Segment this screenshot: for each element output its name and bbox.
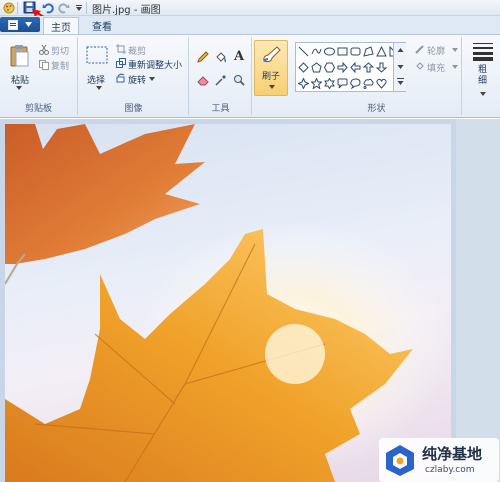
oval-callout-shape-icon[interactable] — [349, 77, 361, 89]
four-point-star-shape-icon[interactable] — [297, 77, 309, 89]
title-bar: 图片.jpg - 画图 — [0, 0, 500, 26]
size-button[interactable]: 粗细 — [466, 40, 498, 98]
paste-icon[interactable] — [9, 43, 31, 69]
ribbon: 粘贴 剪切 复制 剪贴板 选择 裁剪 重新调整大小 旋转 图像 A 工具 刷子 … — [0, 34, 500, 118]
canvas-area[interactable] — [0, 119, 500, 482]
select-icon[interactable] — [85, 45, 109, 65]
brushes-label: 刷子 — [262, 72, 281, 82]
triangle-shape-icon[interactable] — [375, 45, 387, 57]
fill-bucket-icon[interactable] — [214, 50, 227, 63]
cut-label[interactable]: 剪切 — [51, 44, 69, 57]
six-point-star-shape-icon[interactable] — [323, 77, 335, 89]
line-width-icon — [472, 42, 494, 62]
oval-shape-icon[interactable] — [323, 45, 335, 57]
magnifier-icon[interactable] — [232, 73, 245, 86]
watermark: 纯净基地 czlaby.com — [379, 438, 499, 482]
pencil-icon[interactable] — [196, 50, 209, 63]
clipboard-group-label: 剪贴板 — [24, 104, 52, 114]
outline-icon[interactable] — [415, 44, 425, 54]
watermark-url: czlaby.com — [425, 465, 475, 475]
maple-leaf-photo[interactable] — [5, 124, 451, 482]
heart-shape-icon[interactable] — [375, 77, 387, 89]
select-dropdown-icon[interactable] — [95, 85, 103, 91]
size-dropdown-icon — [479, 91, 487, 97]
rotate-dropdown-icon[interactable] — [148, 76, 156, 82]
hexagon-shape-icon[interactable] — [323, 61, 335, 73]
image-group-label: 图像 — [124, 104, 143, 114]
color-picker-icon[interactable] — [214, 73, 227, 86]
copy-label[interactable]: 复制 — [51, 59, 69, 72]
fill-label[interactable]: 填充 — [427, 61, 445, 74]
paint-app-icon[interactable] — [2, 1, 15, 14]
resize-icon[interactable] — [116, 58, 126, 68]
tools-group: A 工具 — [190, 37, 252, 115]
watermark-logo-icon — [383, 443, 417, 477]
rounded-rectangle-shape-icon[interactable] — [349, 45, 361, 57]
eraser-icon[interactable] — [196, 73, 209, 86]
rotate-label[interactable]: 旋转 — [128, 73, 146, 86]
fill-icon[interactable] — [415, 61, 425, 71]
tab-view[interactable]: 查看 — [84, 17, 120, 34]
rectangle-shape-icon[interactable] — [336, 45, 348, 57]
shapes-group-label: 形状 — [367, 104, 386, 114]
outline-label[interactable]: 轮廓 — [427, 44, 445, 57]
tab-home[interactable]: 主页 — [43, 17, 79, 34]
diamond-shape-icon[interactable] — [297, 61, 309, 73]
redo-icon[interactable] — [57, 1, 70, 14]
right-arrow-shape-icon[interactable] — [336, 61, 348, 73]
crop-icon[interactable] — [116, 44, 126, 54]
up-arrow-shape-icon[interactable] — [362, 61, 374, 73]
line-shape-icon[interactable] — [297, 45, 309, 57]
clipboard-group: 粘贴 剪切 复制 剪贴板 — [0, 37, 78, 115]
cloud-callout-shape-icon[interactable] — [362, 77, 374, 89]
text-tool-icon[interactable]: A — [232, 49, 246, 64]
watermark-title: 纯净基地 — [422, 445, 483, 463]
cut-icon[interactable] — [38, 44, 49, 55]
file-menu-button[interactable] — [0, 17, 40, 32]
fill-dropdown-icon[interactable] — [451, 64, 458, 69]
rounded-callout-shape-icon[interactable] — [336, 77, 348, 89]
image-group: 选择 裁剪 重新调整大小 旋转 图像 — [79, 37, 189, 115]
polygon-shape-icon[interactable] — [362, 45, 374, 57]
brushes-button[interactable]: 刷子 — [254, 40, 288, 96]
brushes-dropdown-icon — [268, 84, 276, 90]
copy-icon[interactable] — [38, 59, 49, 70]
window-title: 图片.jpg - 画图 — [92, 5, 161, 16]
curve-shape-icon[interactable] — [310, 45, 322, 57]
paste-dropdown-icon[interactable] — [15, 85, 23, 91]
shapes-gallery-scroll[interactable] — [393, 43, 406, 91]
customize-toolbar-icon[interactable] — [72, 1, 85, 14]
vertical-scroll-area[interactable] — [456, 119, 500, 482]
down-arrow-shape-icon[interactable] — [375, 61, 387, 73]
five-point-star-shape-icon[interactable] — [310, 77, 322, 89]
left-arrow-shape-icon[interactable] — [349, 61, 361, 73]
outline-dropdown-icon[interactable] — [451, 47, 458, 52]
brush-icon — [259, 44, 283, 66]
crop-label[interactable]: 裁剪 — [128, 44, 146, 57]
shapes-gallery — [295, 42, 406, 92]
tools-group-label: 工具 — [211, 104, 230, 114]
rotate-icon[interactable] — [116, 73, 126, 83]
resize-label[interactable]: 重新调整大小 — [128, 58, 182, 71]
pentagon-shape-icon[interactable] — [310, 61, 322, 73]
shapes-group: 轮廓 填充 形状 — [292, 37, 462, 115]
size-label: 粗细 — [478, 65, 488, 86]
